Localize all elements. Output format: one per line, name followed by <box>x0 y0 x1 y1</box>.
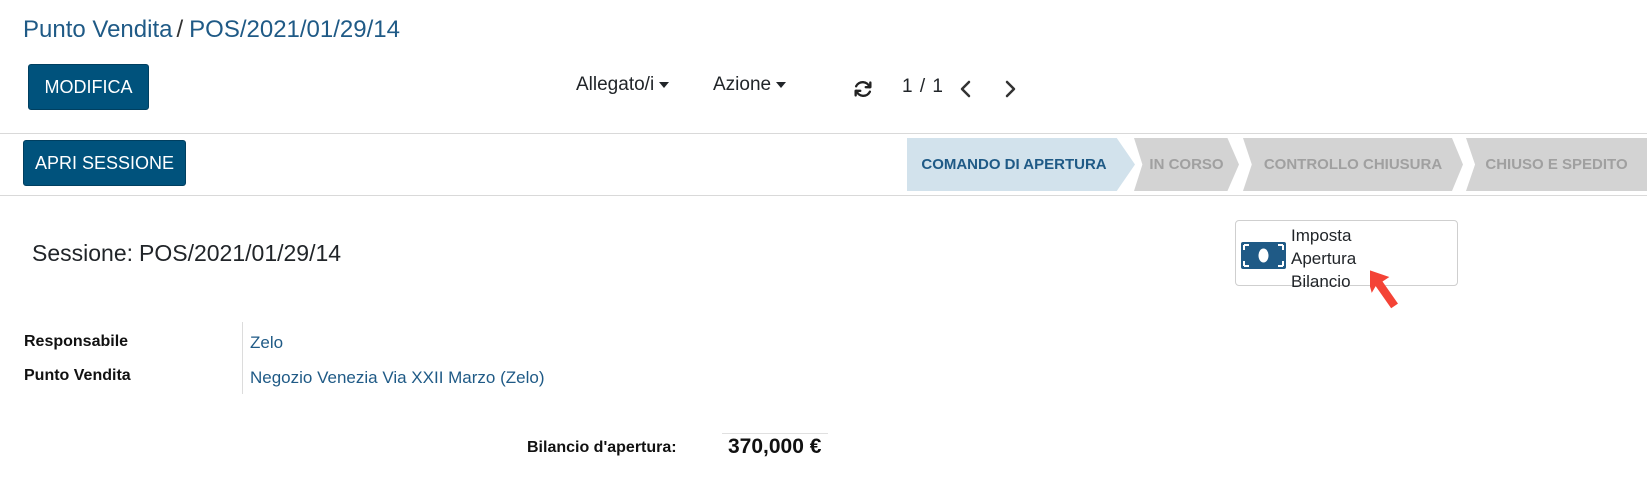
stage-opening-control[interactable]: COMANDO DI APERTURA <box>907 138 1135 191</box>
open-session-button[interactable]: APRI SESSIONE <box>23 140 186 186</box>
edit-button[interactable]: MODIFICA <box>28 64 149 110</box>
breadcrumb-parent-link[interactable]: Punto Vendita <box>23 16 172 43</box>
stage-label: IN CORSO <box>1149 156 1224 173</box>
stage-in-progress[interactable]: IN CORSO <box>1134 138 1239 191</box>
caret-down-icon <box>659 81 670 88</box>
pos-label: Punto Vendita <box>24 367 131 384</box>
field-separator <box>242 322 243 394</box>
status-bar: COMANDO DI APERTURA IN CORSO CONTROLLO C… <box>907 138 1647 191</box>
divider <box>0 133 1647 134</box>
caret-down-icon <box>776 81 787 88</box>
action-dropdown[interactable]: Azione <box>713 74 787 96</box>
opening-balance-value: 370,000 € <box>728 435 822 458</box>
stage-label: COMANDO DI APERTURA <box>921 156 1107 173</box>
action-dropdown-label: Azione <box>713 74 772 95</box>
set-opening-balance-button[interactable]: Imposta Apertura Bilancio <box>1235 220 1458 291</box>
stage-closed-posted[interactable]: CHIUSO E SPEDITO <box>1466 138 1647 191</box>
stage-label: CHIUSO E SPEDITO <box>1485 156 1628 173</box>
responsible-label: Responsabile <box>24 333 129 350</box>
opening-balance-label: Bilancio d'apertura: <box>527 439 677 456</box>
session-name: POS/2021/01/29/14 <box>139 240 342 266</box>
chevron-left-icon[interactable] <box>957 78 975 100</box>
divider <box>0 195 1647 196</box>
breadcrumb-separator: / <box>176 16 184 43</box>
pos-session-form-view: Punto Vendita / POS/2021/01/29/14 MODIFICA… <box>0 0 1647 491</box>
attachments-dropdown-label: Allegato/i <box>576 74 655 95</box>
smart-button-line: Bilancio <box>1291 272 1351 291</box>
pager-value[interactable]: 1 / 1 <box>902 76 944 98</box>
stage-closing-control[interactable]: CONTROLLO CHIUSURA <box>1243 138 1463 191</box>
stage-label: CONTROLLO CHIUSURA <box>1263 156 1443 173</box>
pos-link[interactable]: Negozio Venezia Via XXII Marzo (Zelo) <box>250 368 545 388</box>
session-title: Sessione: POS/2021/01/29/14 <box>32 240 341 267</box>
money-icon <box>1241 242 1286 269</box>
breadcrumb-current: POS/2021/01/29/14 <box>189 16 400 43</box>
attachments-dropdown[interactable]: Allegato/i <box>576 74 670 96</box>
balance-top-border <box>722 433 828 434</box>
chevron-right-icon[interactable] <box>1001 78 1019 100</box>
set-opening-balance-label: Imposta Apertura Bilancio <box>1291 224 1421 293</box>
smart-button-line: Imposta <box>1291 226 1352 245</box>
smart-button-line: Apertura <box>1291 249 1357 268</box>
reload-icon[interactable] <box>852 78 874 100</box>
pointer-arrow-icon <box>1370 268 1398 309</box>
session-label: Sessione: <box>32 240 134 266</box>
responsible-link[interactable]: Zelo <box>250 333 283 353</box>
breadcrumb: Punto Vendita / POS/2021/01/29/14 <box>23 16 400 44</box>
